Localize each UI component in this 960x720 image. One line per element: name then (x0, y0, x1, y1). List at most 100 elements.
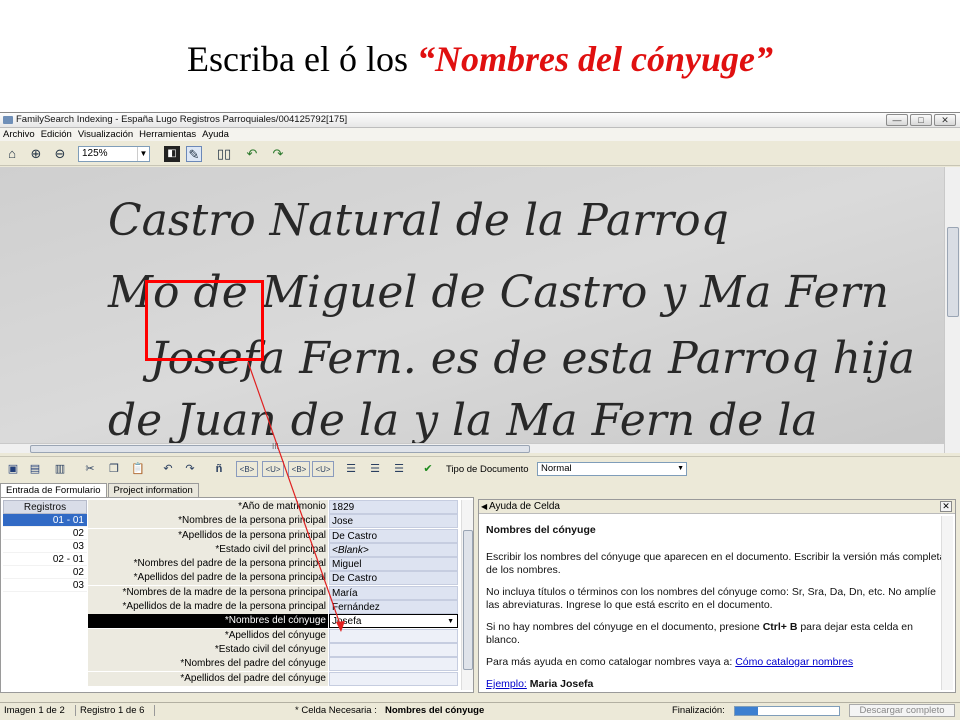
example-value: Maria Josefa (526, 678, 594, 690)
help-paragraph: Para más ayuda en como catalogar nombres… (486, 656, 947, 669)
form-toolbar: ▣ ▤ ▥ ✂ ❐ 📋 ↶ ↷ ñ <B> <U> <B> <U> ☰ ☰ ☰ … (0, 456, 960, 480)
underline-tag-button-2[interactable]: <U> (312, 461, 334, 477)
home-icon[interactable]: ⌂ (4, 146, 20, 162)
help-paragraph: Escribir los nombres del cónyuge que apa… (486, 551, 946, 576)
chart-icon[interactable]: ▥ (52, 461, 68, 477)
highlight-pen-icon[interactable]: ✎ (186, 146, 202, 162)
help-text: Si no hay nombres del cónyuge en el docu… (486, 621, 763, 633)
collapse-icon[interactable]: ◀ (481, 500, 487, 514)
finalizacion-progress: 22% (734, 706, 840, 716)
menu-visualizacion[interactable]: Visualización (78, 128, 133, 141)
maximize-button[interactable]: □ (910, 114, 932, 126)
image-vertical-scrollbar[interactable] (944, 167, 960, 453)
form-scrollbar[interactable] (461, 500, 473, 690)
registros-list: Registros 01 - 01 02 03 02 - 01 02 03 (3, 500, 87, 690)
handwriting-line-1: Castro Natural de la Parroq (108, 195, 729, 246)
special-character-icon[interactable]: ñ (212, 461, 226, 477)
document-image[interactable]: Castro Natural de la Parroq Mo de Miguel… (0, 167, 944, 443)
save-icon[interactable]: ▣ (5, 461, 21, 477)
registro-row[interactable]: 03 (3, 540, 87, 553)
menu-herramientas[interactable]: Herramientas (139, 128, 196, 141)
field-row: *Estado civil del cónyuge (88, 642, 458, 657)
cut-icon[interactable]: ✂ (82, 461, 98, 477)
menu-ayuda[interactable]: Ayuda (202, 128, 229, 141)
slide-title: Escriba el ó los “Nombres del cónyuge” (0, 38, 960, 80)
underline-tag-button[interactable]: <U> (262, 461, 284, 477)
field-label: *Apellidos de la persona principal (88, 528, 328, 543)
zoom-in-icon[interactable]: ⊕ (28, 146, 44, 162)
example-link[interactable]: Ejemplo: (486, 678, 527, 690)
tipo-documento-select[interactable]: Normal ▼ (537, 462, 687, 476)
catalogar-nombres-link[interactable]: Cómo catalogar nombres (735, 656, 853, 668)
invert-image-icon[interactable]: ◧ (164, 146, 180, 162)
form-fields: *Año de matrimonio 1829 *Nombres de la pe… (88, 500, 458, 686)
chevron-down-icon[interactable]: ▼ (137, 147, 149, 161)
field-input[interactable]: 1829 (329, 500, 458, 514)
field-row: *Apellidos de la persona principal De Cas… (88, 528, 458, 543)
close-icon[interactable]: ✕ (940, 501, 952, 512)
zoom-select[interactable]: 125% ▼ (78, 146, 150, 162)
field-input[interactable]: Fernández (329, 600, 458, 615)
bold-tag-button[interactable]: <B> (236, 461, 258, 477)
paste-icon[interactable]: 📋 (130, 461, 146, 477)
window-title: FamilySearch Indexing - España Lugo Regi… (16, 114, 348, 125)
form-tabs: Entrada de Formulario Project informatio… (0, 483, 200, 497)
app-window: FamilySearch Indexing - España Lugo Regi… (0, 112, 960, 720)
registro-row[interactable]: 02 (3, 566, 87, 579)
field-input[interactable] (329, 642, 458, 657)
image-counter: Imagen 1 de 2 (4, 705, 65, 716)
minimize-button[interactable]: — (886, 114, 908, 126)
registro-row[interactable]: 01 - 01 (3, 514, 87, 527)
save-all-icon[interactable]: ▤ (26, 461, 44, 477)
slide-title-emphasis: “Nombres del cónyuge” (416, 39, 773, 79)
field-row: *Apellidos del padre de la persona princ… (88, 571, 458, 586)
conyuge-name-input[interactable]: Josefa ▼ (329, 614, 458, 629)
tab-entrada-de-formulario[interactable]: Entrada de Formulario (0, 483, 107, 497)
delete-row-icon[interactable]: ☰ (366, 461, 384, 477)
app-icon (3, 116, 13, 124)
descargar-completo-button[interactable]: Descargar completo (849, 704, 955, 717)
tipo-documento-label: Tipo de Documento (446, 464, 529, 475)
required-cell-label: * Celda Necesaria : (295, 705, 377, 716)
help-shortcut: Ctrl+ B (762, 621, 798, 633)
rotate-left-icon[interactable]: ↶ (244, 146, 260, 162)
zoom-out-icon[interactable]: ⊖ (52, 146, 68, 162)
field-input[interactable]: <Blank> (329, 542, 458, 557)
field-input[interactable]: De Castro (329, 571, 458, 586)
chevron-down-icon[interactable]: ▼ (447, 615, 454, 627)
copy-icon[interactable]: ❐ (106, 461, 122, 477)
field-input[interactable] (329, 671, 458, 686)
field-input[interactable]: María (329, 585, 458, 600)
menu-edicion[interactable]: Edición (41, 128, 72, 141)
insert-row-icon[interactable]: ☰ (342, 461, 360, 477)
registro-row[interactable]: 03 (3, 579, 87, 592)
form-entry-panel: Registros 01 - 01 02 03 02 - 01 02 03 *A… (0, 497, 474, 693)
field-input[interactable]: De Castro (329, 528, 458, 543)
undo-icon[interactable]: ↶ (160, 461, 176, 477)
move-row-icon[interactable]: ☰ (390, 461, 408, 477)
field-row: *Nombres del padre del cónyuge (88, 657, 458, 672)
bold-tag-button-2[interactable]: <B> (288, 461, 310, 477)
check-icon[interactable]: ✔ (420, 461, 436, 477)
registro-row[interactable]: 02 (3, 527, 87, 540)
registro-row[interactable]: 02 - 01 (3, 553, 87, 566)
field-input[interactable] (329, 628, 458, 643)
menu-archivo[interactable]: Archivo (3, 128, 35, 141)
field-row: *Año de matrimonio 1829 (88, 500, 458, 514)
close-button[interactable]: ✕ (934, 114, 956, 126)
image-horizontal-scrollbar[interactable]: III (0, 442, 944, 453)
rotate-right-icon[interactable]: ↷ (270, 146, 286, 162)
menu-bar: Archivo Edición Visualización Herramient… (0, 128, 960, 141)
zoom-value: 125% (82, 148, 108, 159)
handwriting-line-4: de Juan de la y la Ma Fern de la (108, 395, 818, 443)
field-input[interactable]: Miguel (329, 557, 458, 572)
field-input[interactable] (329, 657, 458, 672)
field-input[interactable]: Jose (329, 514, 458, 529)
field-row: *Estado civil del principal <Blank> (88, 542, 458, 557)
field-label: *Apellidos de la madre de la persona pri… (88, 600, 328, 615)
field-label: *Nombres del cónyuge (88, 614, 328, 629)
book-view-icon[interactable]: ▯▯ (216, 146, 232, 162)
help-scrollbar[interactable] (941, 516, 953, 690)
redo-icon[interactable]: ↷ (182, 461, 198, 477)
tab-project-information[interactable]: Project information (107, 483, 199, 497)
